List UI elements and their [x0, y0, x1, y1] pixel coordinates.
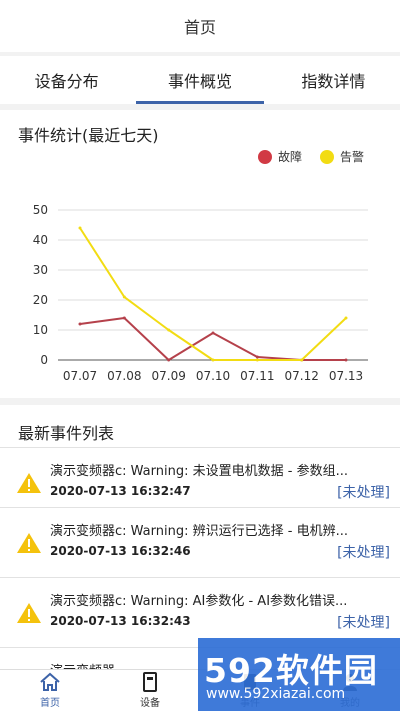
page-title: 首页	[183, 18, 216, 37]
device-icon	[143, 672, 157, 692]
nav-home-label: 首页	[40, 698, 60, 709]
data-point	[78, 322, 82, 326]
series-line-fault	[79, 317, 346, 361]
latest-events-card: 最新事件列表 演示变频器c: Warning: 未设置电机数据 - 参数组...…	[0, 405, 400, 670]
event-item[interactable]: 演示变频器c: Warning: 辨识运行已选择 - 电机辨... 2020-0…	[0, 507, 400, 573]
data-point	[344, 358, 348, 362]
event-message: 演示变频器c: Warning: 未设置电机数据 - 参数组...	[50, 464, 348, 479]
app-header: 首页	[0, 0, 400, 52]
data-point	[122, 316, 126, 320]
warning-icon	[17, 473, 41, 493]
warning-icon	[17, 603, 41, 623]
y-tick-label: 30	[33, 263, 48, 277]
data-point	[300, 358, 304, 362]
event-status[interactable]: [未处理]	[337, 612, 390, 632]
data-point	[122, 295, 126, 299]
event-time: 2020-07-13 16:32:46	[50, 544, 191, 558]
tab-device-distribution[interactable]: 设备分布	[0, 56, 133, 104]
y-tick-label: 10	[33, 323, 48, 337]
nav-home[interactable]: 首页	[0, 670, 100, 711]
nav-device-label: 设备	[140, 698, 160, 709]
data-point	[255, 355, 259, 359]
warning-icon	[17, 533, 41, 553]
y-tick-label: 20	[33, 293, 48, 307]
tab-event-overview[interactable]: 事件概览	[133, 56, 266, 104]
y-tick-label: 40	[33, 233, 48, 247]
x-tick-label: 07.12	[284, 369, 318, 383]
x-tick-label: 07.08	[107, 369, 141, 383]
event-message: 演示变频器c: Warning: 辨识运行已选择 - 电机辨...	[50, 524, 348, 539]
y-tick-label: 0	[40, 353, 48, 367]
tab-index-details[interactable]: 指数详情	[267, 56, 400, 104]
event-time: 2020-07-13 16:32:43	[50, 614, 191, 628]
home-icon	[40, 672, 60, 691]
watermark-url: www.592xiazai.com	[206, 686, 346, 702]
watermark-brand: 592软件园	[204, 651, 378, 690]
event-stats-card: 事件统计(最近七天) 故障 告警 0 10 20 30 40 50 07.07 07.08 07…	[0, 110, 400, 398]
events-title: 最新事件列表	[18, 424, 115, 443]
nav-device[interactable]: 设备	[100, 670, 200, 711]
x-tick-label: 07.07	[63, 369, 97, 383]
x-tick-label: 07.11	[240, 369, 274, 383]
event-message: 演示变频器c: Warning: AI参数化 - AI参数化错误...	[50, 594, 348, 609]
y-tick-label: 50	[33, 203, 48, 217]
event-line-chart: 0 10 20 30 40 50 07.07 07.08 07.09 07.10 07.11 07.1…	[33, 203, 368, 383]
series-line-alarm	[79, 227, 347, 361]
data-point	[344, 316, 348, 320]
x-tick-label: 07.09	[151, 369, 185, 383]
tab-bar: 设备分布 事件概览 指数详情	[0, 56, 400, 104]
data-point	[255, 358, 259, 362]
event-item[interactable]: 演示变频器c: Warning: AI参数化 - AI参数化错误... 2020…	[0, 577, 400, 643]
event-status[interactable]: [未处理]	[337, 542, 390, 562]
data-point	[78, 226, 82, 230]
data-point	[167, 358, 171, 362]
data-point	[167, 328, 171, 332]
event-status[interactable]: [未处理]	[337, 482, 390, 502]
event-time: 2020-07-13 16:32:47	[50, 484, 191, 498]
x-tick-label: 07.10	[196, 369, 230, 383]
data-point	[211, 331, 215, 335]
data-point	[211, 358, 215, 362]
watermark-logo: 592软件园 www.592xiazai.com	[198, 638, 400, 711]
event-item[interactable]: 演示变频器c: Warning: 未设置电机数据 - 参数组... 2020-0…	[0, 447, 400, 513]
x-tick-label: 07.13	[329, 369, 363, 383]
